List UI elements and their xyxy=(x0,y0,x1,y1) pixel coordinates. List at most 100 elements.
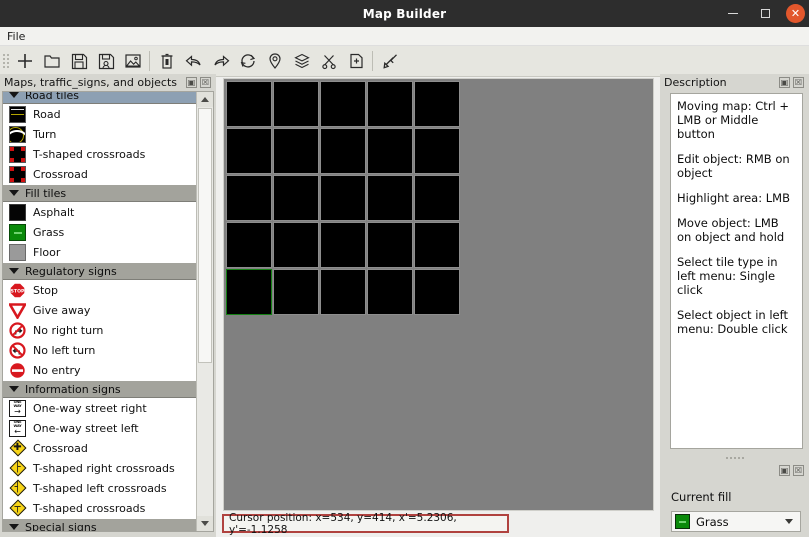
export-image-button[interactable] xyxy=(119,48,146,75)
window-controls: ✕ xyxy=(722,0,805,27)
tree-item-one-way-street-right[interactable]: ONE WAY → One-way street right xyxy=(3,398,196,418)
current-fill-select[interactable]: Grass xyxy=(671,511,801,532)
close-icon[interactable]: ☒ xyxy=(200,77,211,88)
tile-cell[interactable] xyxy=(320,81,366,127)
open-map-button[interactable] xyxy=(38,48,65,75)
float-icon[interactable]: ▣ xyxy=(779,465,790,476)
group-header-regulatory-signs[interactable]: Regulatory signs xyxy=(3,262,196,280)
maximize-button[interactable] xyxy=(754,3,776,25)
undo-button[interactable] xyxy=(180,48,207,75)
tile-cell[interactable] xyxy=(226,222,272,268)
tile-cell[interactable] xyxy=(273,128,319,174)
page-plus-icon xyxy=(346,51,366,71)
menu-file[interactable]: File xyxy=(0,27,32,46)
tile-cell[interactable] xyxy=(367,128,413,174)
tree-item-turn[interactable]: Turn xyxy=(3,124,196,144)
undo-arrow-icon xyxy=(184,51,204,71)
fill-color-swatch xyxy=(675,514,690,529)
tree-item-no-left-turn[interactable]: No left turn xyxy=(3,340,196,360)
tree-item-t-shaped-crossroads-sign[interactable]: ┬ T-shaped crossroads xyxy=(3,498,196,518)
scroll-up-arrow-icon[interactable] xyxy=(197,92,213,107)
tile-cell[interactable] xyxy=(367,222,413,268)
tile-cell[interactable] xyxy=(414,175,460,221)
tile-cell[interactable] xyxy=(367,269,413,315)
group-label: Special signs xyxy=(25,520,97,532)
tree-item-label: Crossroad xyxy=(33,441,88,455)
tile-cell[interactable] xyxy=(226,175,272,221)
tree-item-grass[interactable]: Grass xyxy=(3,222,196,242)
description-line: Select object in left menu: Double click xyxy=(677,308,788,336)
tree-item-label: Grass xyxy=(33,225,65,239)
tile-cell[interactable] xyxy=(273,269,319,315)
floor-tile-icon xyxy=(9,243,26,261)
tree-item-no-entry[interactable]: No entry xyxy=(3,360,196,380)
tile-grid[interactable] xyxy=(226,81,460,315)
tree-item-one-way-street-left[interactable]: ONE WAY ← One-way street left xyxy=(3,418,196,438)
tile-cell[interactable] xyxy=(367,81,413,127)
scrollbar-thumb[interactable] xyxy=(198,108,212,363)
tree-item-label: One-way street left xyxy=(33,421,139,435)
layers-button[interactable] xyxy=(288,48,315,75)
toolbar-drag-handle[interactable] xyxy=(2,50,9,72)
tile-cell[interactable] xyxy=(273,81,319,127)
tile-cell[interactable] xyxy=(273,222,319,268)
tile-cell-highlighted[interactable] xyxy=(226,269,272,315)
group-header-road-tiles[interactable]: Road tiles xyxy=(3,92,196,104)
tile-cell[interactable] xyxy=(414,222,460,268)
tile-cell[interactable] xyxy=(414,128,460,174)
float-icon[interactable]: ▣ xyxy=(779,77,790,88)
asphalt-tile-icon xyxy=(9,203,26,221)
chevron-down-icon xyxy=(9,92,19,98)
close-icon[interactable]: ☒ xyxy=(793,77,804,88)
tree-vertical-scrollbar[interactable] xyxy=(196,92,213,531)
scroll-down-arrow-icon[interactable] xyxy=(197,516,213,531)
group-header-fill-tiles[interactable]: Fill tiles xyxy=(3,184,196,202)
dock-splitter-handle[interactable] xyxy=(662,454,807,462)
delete-button[interactable] xyxy=(153,48,180,75)
tile-cell[interactable] xyxy=(273,175,319,221)
tree-item-stop[interactable]: STOP Stop xyxy=(3,280,196,300)
tree-item-label: T-shaped crossroads xyxy=(33,501,146,515)
tree-content: Road tiles Road Turn T-shaped crossroads… xyxy=(3,92,196,531)
tile-cell[interactable] xyxy=(320,269,366,315)
tree-item-give-away[interactable]: Give away xyxy=(3,300,196,320)
tree-item-t-shaped-crossroads[interactable]: T-shaped crossroads xyxy=(3,144,196,164)
cut-button[interactable] xyxy=(315,48,342,75)
save-icon xyxy=(69,51,89,71)
marker-button[interactable] xyxy=(261,48,288,75)
tile-cell[interactable] xyxy=(226,81,272,127)
save-map-button[interactable] xyxy=(65,48,92,75)
object-tree[interactable]: Road tiles Road Turn T-shaped crossroads… xyxy=(2,91,214,532)
window-title: Map Builder xyxy=(362,6,447,21)
close-button[interactable]: ✕ xyxy=(786,4,805,23)
tree-item-t-shaped-right-crossroads-sign[interactable]: ├ T-shaped right crossroads xyxy=(3,458,196,478)
group-header-special-signs[interactable]: Special signs xyxy=(3,518,196,531)
map-canvas[interactable] xyxy=(223,78,654,511)
tree-item-no-right-turn[interactable]: No right turn xyxy=(3,320,196,340)
tree-item-floor[interactable]: Floor xyxy=(3,242,196,262)
group-header-information-signs[interactable]: Information signs xyxy=(3,380,196,398)
tree-item-crossroad-sign[interactable]: ✚ Crossroad xyxy=(3,438,196,458)
tile-cell[interactable] xyxy=(226,128,272,174)
tile-cell[interactable] xyxy=(320,128,366,174)
rotate-button[interactable] xyxy=(234,48,261,75)
tile-cell[interactable] xyxy=(414,269,460,315)
save-as-map-button[interactable] xyxy=(92,48,119,75)
close-icon[interactable]: ☒ xyxy=(793,465,804,476)
tree-item-crossroad[interactable]: Crossroad xyxy=(3,164,196,184)
new-map-button[interactable] xyxy=(11,48,38,75)
tile-cell[interactable] xyxy=(367,175,413,221)
tree-item-t-shaped-left-crossroads-sign[interactable]: ┤ T-shaped left crossroads xyxy=(3,478,196,498)
paint-brush-icon xyxy=(380,51,400,71)
tile-cell[interactable] xyxy=(320,175,366,221)
add-page-button[interactable] xyxy=(342,48,369,75)
float-icon[interactable]: ▣ xyxy=(186,77,197,88)
redo-button[interactable] xyxy=(207,48,234,75)
tile-cell[interactable] xyxy=(320,222,366,268)
current-fill-value: Grass xyxy=(696,514,729,529)
tile-cell[interactable] xyxy=(414,81,460,127)
minimize-button[interactable] xyxy=(722,3,744,25)
tree-item-asphalt[interactable]: Asphalt xyxy=(3,202,196,222)
tree-item-road[interactable]: Road xyxy=(3,104,196,124)
brush-button[interactable] xyxy=(376,48,403,75)
